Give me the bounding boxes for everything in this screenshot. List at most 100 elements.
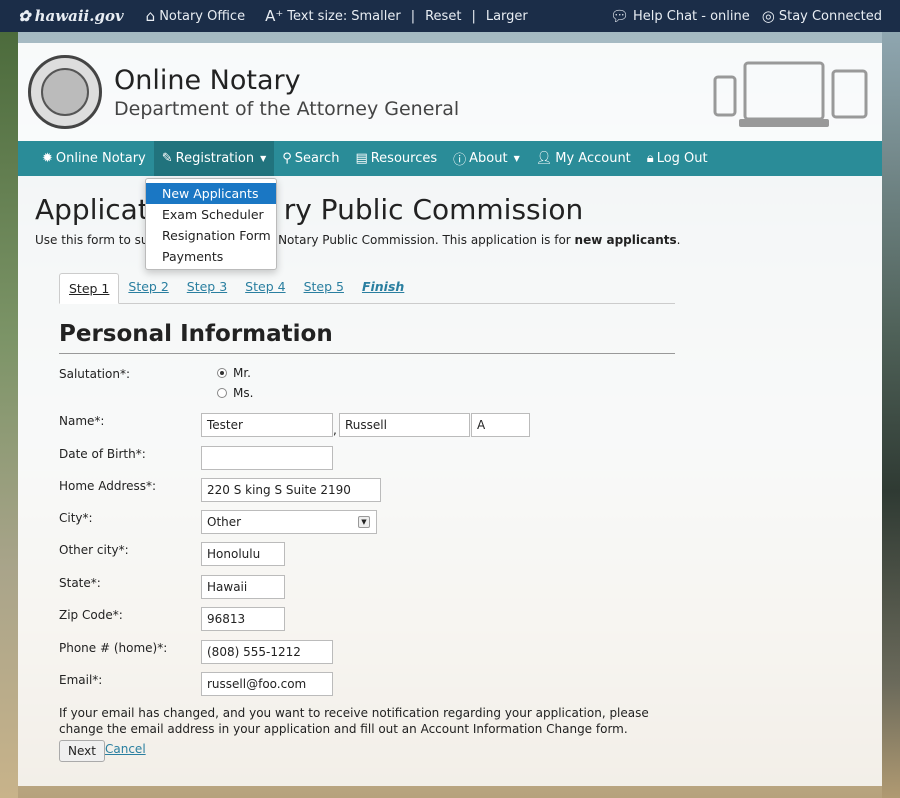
tab-step-3[interactable]: Step 3 <box>178 272 236 303</box>
registration-dropdown: New Applicants Exam Scheduler Resignatio… <box>145 178 277 270</box>
intro-right: Notary Public Commission. This applicati… <box>278 233 575 247</box>
email-label: Email*: <box>59 673 103 687</box>
text-larger-link[interactable]: Larger <box>486 9 528 24</box>
intro-left: Use this form to sub <box>35 233 157 247</box>
seal-inner-emblem <box>41 68 89 116</box>
nav-label: About <box>469 151 508 166</box>
dob-label: Date of Birth*: <box>59 447 146 461</box>
radio-mr-label: Mr. <box>233 366 251 380</box>
hawaii-gov-logo[interactable]: ✿ hawaii.gov <box>18 7 124 25</box>
dropdown-item-payments[interactable]: Payments <box>146 246 276 267</box>
radio-ms-label: Ms. <box>233 386 254 400</box>
text-size-icon: A⁺ <box>265 7 284 25</box>
search-icon: ⚲ <box>282 151 292 166</box>
stay-connected-label: Stay Connected <box>778 8 882 24</box>
page-title-right: ry Public Commission <box>283 193 584 226</box>
main-panel: Online Notary Department of the Attorney… <box>18 43 882 786</box>
tab-step-4[interactable]: Step 4 <box>236 272 294 303</box>
caret-down-icon: ▼ <box>260 154 267 163</box>
site-title: Online Notary <box>114 65 301 96</box>
dob-field[interactable] <box>201 446 333 470</box>
site-subtitle: Department of the Attorney General <box>114 98 460 120</box>
nav-resources[interactable]: ▤ Resources <box>347 141 445 176</box>
background-beach-left <box>0 32 18 798</box>
flower-icon: ✿ <box>18 7 31 25</box>
last-name-field[interactable]: Tester <box>201 413 333 437</box>
globe-icon: ◎ <box>761 7 775 25</box>
text-size-label: Text size: <box>287 8 348 24</box>
stay-connected-link[interactable]: ◎ Stay Connected <box>762 7 882 25</box>
name-label: Name*: <box>59 414 105 428</box>
name-comma: , <box>333 423 337 437</box>
city-select[interactable]: Other ▼ <box>201 510 377 534</box>
tab-step-2[interactable]: Step 2 <box>119 272 177 303</box>
nav-label: Search <box>294 151 340 166</box>
nav-registration[interactable]: ✎ Registration ▼ <box>153 141 275 176</box>
caret-down-icon: ▼ <box>513 154 520 163</box>
page-intro: Use this form to sub Notary Public Commis… <box>35 233 680 247</box>
phone-label: Phone # (home)*: <box>59 641 168 655</box>
nav-label: Log Out <box>656 151 708 166</box>
user-icon: 👤︎ <box>535 151 553 166</box>
notary-office-label: Notary Office <box>159 8 246 24</box>
email-field[interactable]: russell@foo.com <box>201 672 333 696</box>
notary-office-link[interactable]: ⌂ Notary Office <box>146 7 245 25</box>
dropdown-item-new-applicants[interactable]: New Applicants <box>146 183 276 204</box>
gear-icon: ✹ <box>42 151 53 166</box>
nav-about[interactable]: ⓘ About ▼ <box>445 141 528 176</box>
separator: | <box>410 8 416 24</box>
middle-initial-field[interactable]: A <box>471 413 530 437</box>
tab-finish[interactable]: Finish <box>353 272 413 303</box>
text-reset-link[interactable]: Reset <box>425 9 461 24</box>
state-label: State*: <box>59 576 101 590</box>
next-button[interactable]: Next <box>59 740 105 762</box>
devices-icon <box>713 61 868 127</box>
radio-ms[interactable] <box>217 388 227 398</box>
home-icon: ⌂ <box>145 7 156 25</box>
main-nav: ✹ Online Notary ✎ Registration ▼ ⚲ Searc… <box>18 141 882 176</box>
first-name-field[interactable]: Russell <box>339 413 470 437</box>
other-city-label: Other city*: <box>59 543 129 557</box>
intro-end: . <box>676 233 681 247</box>
zip-code-label: Zip Code*: <box>59 608 123 622</box>
document-icon: ▤ <box>355 151 368 166</box>
nav-log-out[interactable]: 🔒︎ Log Out <box>639 141 716 176</box>
dropdown-item-exam-scheduler[interactable]: Exam Scheduler <box>146 204 276 225</box>
help-chat-link[interactable]: 💬︎ Help Chat - online <box>610 7 750 25</box>
info-icon: ⓘ <box>453 153 467 168</box>
utility-bar: ✿ hawaii.gov ⌂ Notary Office A⁺ Text siz… <box>0 0 900 32</box>
home-address-label: Home Address*: <box>59 479 157 493</box>
radio-mr[interactable] <box>217 368 227 378</box>
home-address-field[interactable]: 220 S king S Suite 2190 <box>201 478 381 502</box>
nav-search[interactable]: ⚲ Search <box>274 141 347 176</box>
help-chat-label: Help Chat - online <box>632 8 750 24</box>
other-city-field[interactable]: Honolulu <box>201 542 285 566</box>
chat-bubble-icon: 💬︎ <box>609 7 629 25</box>
city-label: City*: <box>59 511 93 525</box>
zip-code-field[interactable]: 96813 <box>201 607 285 631</box>
step-tabs: Step 1 Step 2 Step 3 Step 4 Step 5 Finis… <box>59 273 675 304</box>
dropdown-item-resignation-form[interactable]: Resignation Form <box>146 225 276 246</box>
salutation-mr-option[interactable]: Mr. <box>217 366 251 380</box>
text-size-controls: A⁺ Text size: Smaller | Reset | Larger <box>265 7 528 25</box>
cancel-link[interactable]: Cancel <box>105 742 146 756</box>
intro-bold: new applicants <box>574 233 677 247</box>
site-header: Online Notary Department of the Attorney… <box>18 43 882 141</box>
text-smaller-link[interactable]: Smaller <box>351 9 400 24</box>
logo-text: hawaii.gov <box>34 7 124 25</box>
lock-icon: 🔒︎ <box>646 151 654 166</box>
phone-field[interactable]: (808) 555-1212 <box>201 640 333 664</box>
nav-label: Resources <box>370 151 438 166</box>
email-change-notice: If your email has changed, and you want … <box>59 706 649 736</box>
page-title: Applicatio ry Public Commission <box>35 193 583 226</box>
salutation-ms-option[interactable]: Ms. <box>217 386 253 400</box>
tab-step-5[interactable]: Step 5 <box>295 272 353 303</box>
nav-my-account[interactable]: 👤︎ My Account <box>528 141 639 176</box>
city-select-value: Other <box>207 515 242 529</box>
salutation-label: Salutation*: <box>59 367 130 381</box>
nav-label: My Account <box>555 151 631 166</box>
edit-icon: ✎ <box>161 151 173 166</box>
tab-step-1[interactable]: Step 1 <box>59 273 120 304</box>
nav-online-notary[interactable]: ✹ Online Notary <box>18 141 154 176</box>
state-field[interactable]: Hawaii <box>201 575 285 599</box>
